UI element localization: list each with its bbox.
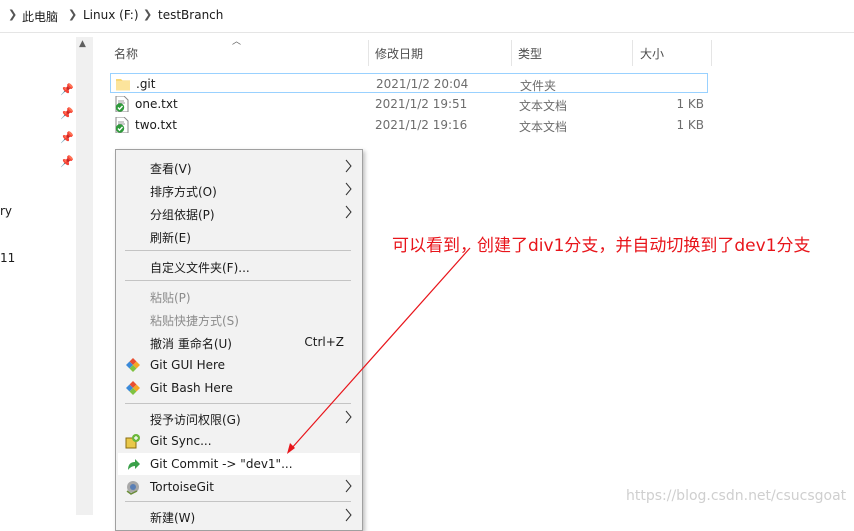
menu-item-label: Git Sync... <box>150 434 212 448</box>
menu-item-git-bash[interactable]: Git Bash Here <box>118 377 360 399</box>
menu-separator <box>125 403 351 404</box>
git-diamond-icon <box>126 381 140 395</box>
menu-item-tortoisegit[interactable]: TortoiseGit <box>118 476 360 498</box>
menu-item-git-gui[interactable]: Git GUI Here <box>118 354 360 376</box>
address-bar[interactable]: ❯ 此电脑 ❯ Linux (F:) ❯ testBranch <box>0 0 854 33</box>
menu-item-label: 刷新(E) <box>150 231 191 245</box>
chevron-right-icon[interactable]: ❯ <box>8 8 17 21</box>
column-divider[interactable] <box>711 40 712 66</box>
menu-item-label: TortoiseGit <box>150 480 214 494</box>
breadcrumb-drive[interactable]: Linux (F:) <box>83 8 139 22</box>
menu-item-label: 授予访问权限(G) <box>150 413 241 427</box>
nav-item-partial[interactable]: 11 <box>0 251 15 265</box>
folder-icon <box>116 79 130 91</box>
file-type: 文本文档 <box>519 120 568 134</box>
menu-item-label: 粘贴(P) <box>150 291 191 305</box>
context-menu: 查看(V) 排序方式(O) 分组依据(P) 刷新(E) 自定义文件夹(F)...… <box>115 149 363 531</box>
column-header-size[interactable]: 大小 <box>640 43 664 65</box>
sort-ascending-icon: ︿ <box>232 37 242 47</box>
menu-item-label: 自定义文件夹(F)... <box>150 261 250 275</box>
menu-item-customize-folder[interactable]: 自定义文件夹(F)... <box>118 255 360 277</box>
column-divider[interactable] <box>368 40 369 66</box>
chevron-right-icon <box>345 410 352 424</box>
chevron-right-icon <box>345 182 352 196</box>
file-row-one[interactable]: one.txt 2021/1/2 19:51 文本文档 1 KB <box>110 94 708 114</box>
breadcrumb-this-pc[interactable]: 此电脑 <box>22 8 58 25</box>
file-date: 2021/1/2 19:51 <box>375 97 468 111</box>
menu-item-git-commit[interactable]: Git Commit -> "dev1"... <box>118 453 360 475</box>
menu-item-label: Git Commit -> "dev1"... <box>150 457 293 471</box>
menu-item-label: 撤消 重命名(U) <box>150 337 232 351</box>
file-date: 2021/1/2 20:04 <box>376 77 469 91</box>
menu-item-view[interactable]: 查看(V) <box>118 156 360 178</box>
breadcrumb-folder[interactable]: testBranch <box>158 8 223 22</box>
file-date: 2021/1/2 19:16 <box>375 118 468 132</box>
scroll-up-arrow-icon[interactable]: ▲ <box>79 39 86 49</box>
file-type: 文件夹 <box>520 79 557 93</box>
file-size: 1 KB <box>676 118 704 132</box>
file-row-two[interactable]: two.txt 2021/1/2 19:16 文本文档 1 KB <box>110 115 708 135</box>
git-text-file-icon <box>115 117 129 133</box>
pin-icon[interactable]: 📌 <box>60 155 74 169</box>
menu-item-paste[interactable]: 粘贴(P) <box>118 285 360 307</box>
menu-item-label: Git GUI Here <box>150 358 226 372</box>
menu-item-git-sync[interactable]: Git Sync... <box>118 430 360 452</box>
column-divider[interactable] <box>632 40 633 66</box>
menu-item-refresh[interactable]: 刷新(E) <box>118 225 360 247</box>
menu-item-sort-by[interactable]: 排序方式(O) <box>118 179 360 201</box>
nav-scrollbar[interactable]: ▲ <box>76 37 93 515</box>
menu-item-paste-shortcut[interactable]: 粘贴快捷方式(S) <box>118 308 360 330</box>
chevron-right-icon <box>345 205 352 219</box>
column-header-date[interactable]: 修改日期 <box>375 43 423 65</box>
menu-item-label: Git Bash Here <box>150 381 233 395</box>
column-divider[interactable] <box>511 40 512 66</box>
pin-icon[interactable]: 📌 <box>60 131 74 145</box>
chevron-right-icon <box>345 479 352 493</box>
column-header-type[interactable]: 类型 <box>518 43 542 65</box>
pin-icon[interactable]: 📌 <box>60 107 74 121</box>
git-commit-icon <box>128 459 140 470</box>
menu-item-label: 排序方式(O) <box>150 185 217 199</box>
git-text-file-icon <box>115 96 129 112</box>
git-sync-icon <box>125 434 140 449</box>
file-name: .git <box>136 77 156 91</box>
chevron-right-icon <box>345 508 352 522</box>
menu-item-label: 粘贴快捷方式(S) <box>150 314 239 328</box>
file-row-git[interactable]: .git 2021/1/2 20:04 文件夹 <box>110 73 708 93</box>
menu-item-shortcut: Ctrl+Z <box>304 335 344 349</box>
file-type: 文本文档 <box>519 99 568 113</box>
menu-item-group-by[interactable]: 分组依据(P) <box>118 202 360 224</box>
file-size: 1 KB <box>676 97 704 111</box>
nav-item-partial[interactable]: ry <box>0 204 12 218</box>
git-diamond-icon <box>126 358 140 372</box>
menu-item-label: 分组依据(P) <box>150 208 215 222</box>
menu-item-new[interactable]: 新建(W) <box>118 505 360 527</box>
menu-separator <box>125 280 351 281</box>
pin-icon[interactable]: 📌 <box>60 83 74 97</box>
file-name: one.txt <box>135 97 178 111</box>
menu-item-label: 查看(V) <box>150 162 192 176</box>
tortoisegit-icon <box>126 481 139 495</box>
menu-item-label: 新建(W) <box>150 511 196 525</box>
chevron-right-icon[interactable]: ❯ <box>68 8 77 21</box>
annotation-text: 可以看到，创建了div1分支，并自动切换到了dev1分支 <box>392 236 811 256</box>
menu-item-undo-rename[interactable]: 撤消 重命名(U) Ctrl+Z <box>118 331 360 353</box>
chevron-right-icon <box>345 159 352 173</box>
menu-item-give-access[interactable]: 授予访问权限(G) <box>118 407 360 429</box>
file-name: two.txt <box>135 118 177 132</box>
menu-separator <box>125 501 351 502</box>
watermark: https://blog.csdn.net/csucsgoat <box>626 488 847 504</box>
chevron-right-icon[interactable]: ❯ <box>143 8 152 21</box>
column-header-name[interactable]: 名称 <box>114 43 138 65</box>
menu-separator <box>125 250 351 251</box>
